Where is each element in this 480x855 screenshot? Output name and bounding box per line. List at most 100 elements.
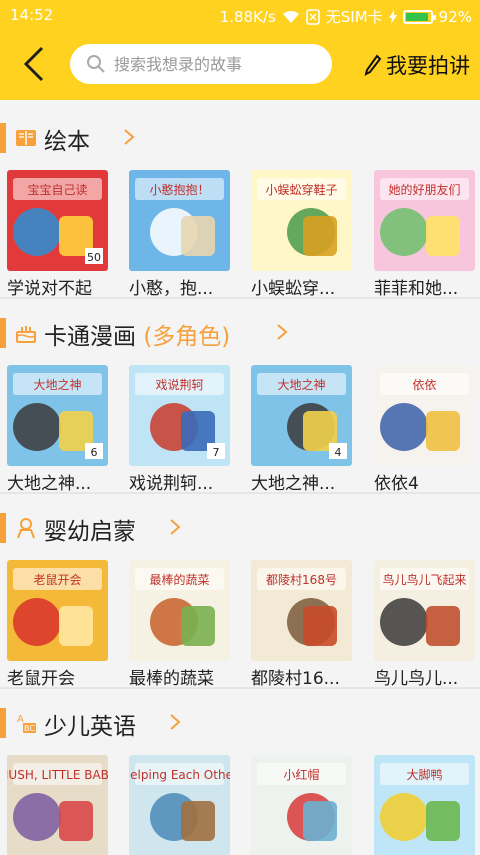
- section-subtitle: (多角色): [143, 324, 231, 350]
- section-divider: [0, 492, 480, 494]
- section-title: 绘本: [44, 129, 90, 155]
- search-box[interactable]: [70, 44, 332, 84]
- svg-text:50: 50: [87, 251, 101, 264]
- section-accent-bar: [0, 513, 6, 543]
- pen-icon: [364, 54, 382, 76]
- book-cover[interactable]: 都陵村168号: [251, 560, 352, 661]
- record-story-button[interactable]: 我要拍讲: [364, 50, 470, 80]
- sim-status: 无SIM卡: [325, 8, 383, 26]
- svg-text:Helping Each Other: Helping Each Other: [129, 768, 230, 782]
- book-item[interactable]: Helping Each Other: [129, 755, 230, 855]
- book-item[interactable]: 大脚鸭: [374, 755, 475, 855]
- book-item[interactable]: 宝宝自己读 50 学说对不起: [7, 170, 108, 299]
- book-cover[interactable]: 老鼠开会: [7, 560, 108, 661]
- book-cover[interactable]: 大地之神 4: [251, 365, 352, 466]
- wifi-icon: [282, 10, 299, 23]
- sim-icon: [305, 8, 320, 25]
- svg-text:4: 4: [335, 446, 342, 459]
- book-cover[interactable]: 最棒的蔬菜: [129, 560, 230, 661]
- book-item[interactable]: 最棒的蔬菜 最棒的蔬菜: [129, 560, 230, 689]
- chevron-right-icon[interactable]: [275, 322, 289, 342]
- book-cover[interactable]: 宝宝自己读 50: [7, 170, 108, 271]
- book-title: 都陵村16...: [251, 669, 340, 689]
- chevron-right-icon[interactable]: [122, 127, 136, 147]
- svg-text:大脚鸭: 大脚鸭: [406, 767, 442, 782]
- svg-text:都陵村168号: 都陵村168号: [266, 573, 337, 587]
- section-1: 绘本 宝宝自己读 50 学说对不起 小憨抱抱！ 小憨，抱... 小蜈蚣穿鞋子 小…: [0, 108, 480, 308]
- section-title: 婴幼启蒙: [44, 519, 136, 545]
- svg-text:戏说荆轲: 戏说荆轲: [155, 377, 203, 392]
- book-item[interactable]: 大地之神 6 大地之神...: [7, 365, 108, 494]
- book-cover[interactable]: 小红帽: [251, 755, 352, 855]
- chevron-right-icon[interactable]: [168, 712, 182, 732]
- book-cover[interactable]: 小憨抱抱！: [129, 170, 230, 271]
- search-icon: [87, 55, 105, 73]
- book-item[interactable]: 小蜈蚣穿鞋子 小蜈蚣穿...: [251, 170, 352, 299]
- section-4: ABC 少儿英语 HUSH, LITTLE BABY Helping Each …: [0, 687, 480, 855]
- book-item[interactable]: 小红帽: [251, 755, 352, 855]
- book-title: 大地之神...: [7, 474, 92, 494]
- section-divider: [0, 297, 480, 299]
- book-title: 鸟儿鸟儿...: [374, 669, 459, 689]
- svg-text:小红帽: 小红帽: [283, 767, 319, 782]
- section-accent-bar: [0, 708, 6, 738]
- section-divider: [0, 687, 480, 689]
- book-title: 戏说荆轲...: [129, 474, 214, 494]
- section-header[interactable]: 婴幼启蒙: [0, 498, 480, 556]
- svg-text:A: A: [17, 714, 24, 725]
- book-item[interactable]: 她的好朋友们 菲菲和她...: [374, 170, 475, 299]
- book-item[interactable]: 依依 依依4: [374, 365, 475, 494]
- book-row: 大地之神 6 大地之神... 戏说荆轲 7 戏说荆轲... 大地之神 4 大地之…: [0, 365, 480, 505]
- svg-text:最棒的蔬菜: 最棒的蔬菜: [149, 572, 209, 587]
- book-title: 最棒的蔬菜: [129, 669, 214, 689]
- search-input[interactable]: [114, 54, 324, 74]
- book-title: 依依4: [374, 474, 419, 494]
- book-cover[interactable]: 鸟儿鸟儿飞起来: [374, 560, 475, 661]
- section-accent-bar: [0, 318, 6, 348]
- section-header[interactable]: 卡通漫画 (多角色): [0, 303, 480, 361]
- battery-percent: 92%: [438, 7, 472, 26]
- book-cover[interactable]: Helping Each Other: [129, 755, 230, 855]
- book-row: 老鼠开会 老鼠开会 最棒的蔬菜 最棒的蔬菜 都陵村168号 都陵村16... 鸟…: [0, 560, 480, 700]
- svg-text:小蜈蚣穿鞋子: 小蜈蚣穿鞋子: [265, 182, 337, 197]
- svg-text:6: 6: [91, 446, 98, 459]
- book-item[interactable]: 都陵村168号 都陵村16...: [251, 560, 352, 689]
- book-row: HUSH, LITTLE BABY Helping Each Other 小红帽…: [0, 755, 480, 855]
- chevron-right-icon[interactable]: [168, 517, 182, 537]
- book-cover[interactable]: 她的好朋友们: [374, 170, 475, 271]
- book-item[interactable]: 老鼠开会 老鼠开会: [7, 560, 108, 689]
- svg-text:她的好朋友们: 她的好朋友们: [388, 182, 460, 197]
- book-title: 菲菲和她...: [374, 279, 459, 299]
- book-cover[interactable]: HUSH, LITTLE BABY: [7, 755, 108, 855]
- book-cover[interactable]: 大地之神 6: [7, 365, 108, 466]
- book-item[interactable]: HUSH, LITTLE BABY: [7, 755, 108, 855]
- svg-text:小憨抱抱！: 小憨抱抱！: [149, 182, 209, 197]
- charging-icon: [388, 9, 397, 24]
- svg-text:BC: BC: [24, 724, 35, 733]
- book-title: 大地之神...: [251, 474, 336, 494]
- book-item[interactable]: 戏说荆轲 7 戏说荆轲...: [129, 365, 230, 494]
- book-item[interactable]: 大地之神 4 大地之神...: [251, 365, 352, 494]
- book-cover[interactable]: 戏说荆轲 7: [129, 365, 230, 466]
- book-title: 小憨，抱...: [129, 279, 214, 299]
- book-row: 宝宝自己读 50 学说对不起 小憨抱抱！ 小憨，抱... 小蜈蚣穿鞋子 小蜈蚣穿…: [0, 170, 480, 310]
- status-bar: 14:52 1.88K/s 无SIM卡 92%: [0, 0, 480, 30]
- battery-level: [405, 12, 428, 21]
- book-cover[interactable]: 依依: [374, 365, 475, 466]
- book-item[interactable]: 小憨抱抱！ 小憨，抱...: [129, 170, 230, 299]
- status-right: 1.88K/s 无SIM卡 92%: [220, 6, 472, 27]
- section-header[interactable]: 绘本: [0, 108, 480, 166]
- story-list[interactable]: 绘本 宝宝自己读 50 学说对不起 小憨抱抱！ 小憨，抱... 小蜈蚣穿鞋子 小…: [0, 100, 480, 855]
- back-button[interactable]: [18, 44, 52, 84]
- section-title: 少儿英语: [44, 714, 136, 740]
- svg-text:7: 7: [213, 446, 220, 459]
- section-3: 婴幼启蒙 老鼠开会 老鼠开会 最棒的蔬菜 最棒的蔬菜 都陵村168号 都陵村16…: [0, 492, 480, 700]
- svg-text:HUSH, LITTLE BABY: HUSH, LITTLE BABY: [7, 768, 108, 782]
- section-2: 卡通漫画 (多角色) 大地之神 6 大地之神... 戏说荆轲 7 戏说荆轲...…: [0, 297, 480, 505]
- section-header[interactable]: A BC 少儿英语: [0, 693, 480, 751]
- book-cover[interactable]: 小蜈蚣穿鞋子: [251, 170, 352, 271]
- book-cover[interactable]: 大脚鸭: [374, 755, 475, 855]
- book-item[interactable]: 鸟儿鸟儿飞起来 鸟儿鸟儿...: [374, 560, 475, 689]
- svg-text:大地之神: 大地之神: [277, 378, 325, 392]
- book-title: 小蜈蚣穿...: [251, 279, 336, 299]
